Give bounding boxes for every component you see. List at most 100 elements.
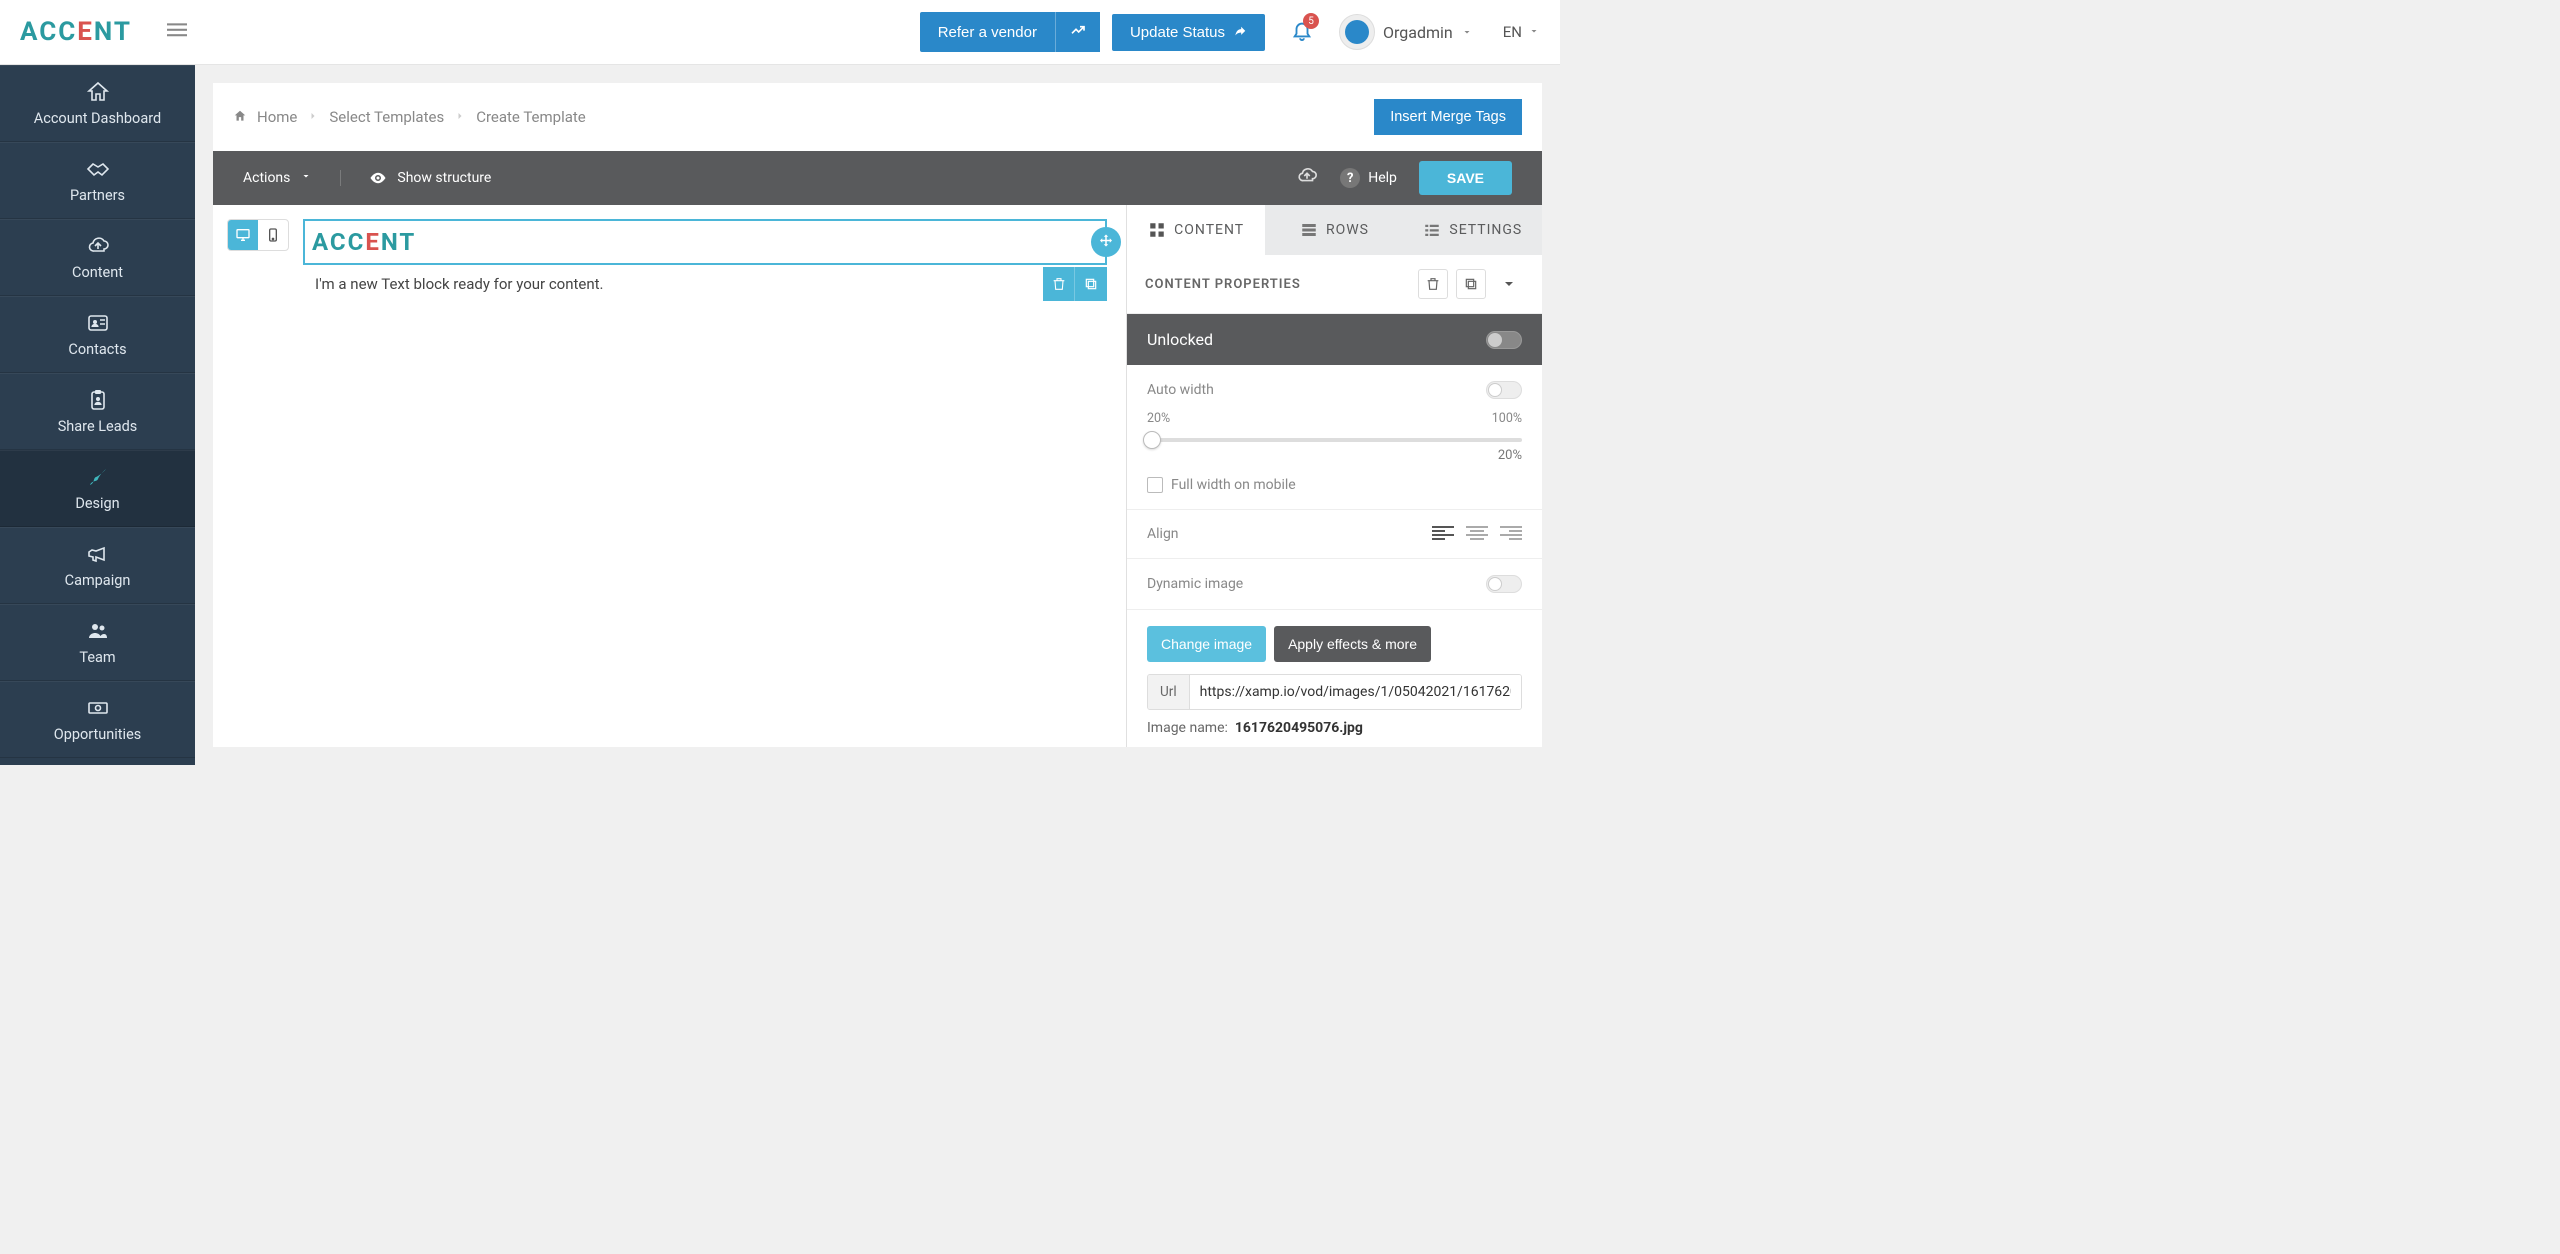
breadcrumb-select-templates[interactable]: Select Templates [329,108,444,126]
canvas-logo-image: ACCENT [310,223,1100,261]
breadcrumb-create-template[interactable]: Create Template [476,108,586,126]
breadcrumb: Home Select Templates Create Template [233,108,586,126]
sidebar-item-share-leads[interactable]: Share Leads [0,373,195,450]
sidebar-item-label: Share Leads [8,418,187,435]
language-selector[interactable]: EN [1503,23,1540,41]
delete-block-button[interactable] [1043,267,1075,301]
sidebar-item-opportunities[interactable]: Opportunities [0,681,195,758]
align-center-button[interactable] [1466,526,1488,542]
auto-width-toggle[interactable] [1486,381,1522,399]
duplicate-block-button[interactable] [1075,267,1107,301]
move-handle-icon[interactable] [1091,227,1121,257]
cloud-upload-icon [86,234,110,258]
avatar-icon [1339,14,1375,50]
tab-content[interactable]: CONTENT [1127,205,1265,255]
chevron-down-icon [1528,23,1540,41]
sidebar-item-label: Opportunities [8,726,187,743]
device-preview-toggle [227,219,289,251]
sidebar-item-partners[interactable]: Partners [0,142,195,219]
sidebar-item-campaign[interactable]: Campaign [0,527,195,604]
sidebar-item-dashboard[interactable]: Account Dashboard [0,65,195,142]
show-structure-toggle[interactable]: Show structure [341,169,491,187]
sidebar-item-content[interactable]: Content [0,219,195,296]
home-icon [233,108,247,126]
chevron-down-icon [1461,23,1473,42]
refer-vendor-group: Refer a vendor [920,12,1100,52]
duplicate-content-button[interactable] [1456,269,1486,299]
collapse-panel-button[interactable] [1494,269,1524,299]
slider-min-label: 20% [1147,411,1170,426]
content-panel: Home Select Templates Create Template In… [213,83,1542,747]
align-right-button[interactable] [1500,526,1522,542]
rows-icon [1300,221,1318,239]
align-left-button[interactable] [1432,526,1454,542]
tab-label: ROWS [1326,222,1369,238]
mobile-view-button[interactable] [258,220,288,250]
editor-toolbar: Actions Show structure ? Help SAVE [213,151,1542,205]
dynamic-image-label: Dynamic image [1147,576,1243,592]
lang-label: EN [1503,23,1522,41]
delete-content-button[interactable] [1418,269,1448,299]
list-icon [1423,221,1441,239]
user-menu[interactable]: Orgadmin [1339,14,1473,50]
show-structure-label: Show structure [397,170,491,186]
desktop-icon [235,227,251,243]
refer-vendor-button[interactable]: Refer a vendor [920,12,1055,52]
brush-icon [86,465,110,489]
canvas[interactable]: ACCENT [303,219,1107,303]
help-button[interactable]: ? Help [1340,168,1397,188]
change-image-button[interactable]: Change image [1147,626,1266,662]
update-status-label: Update Status [1130,24,1225,41]
cloud-sync-icon[interactable] [1296,165,1318,191]
sidebar-item-design[interactable]: Design [0,450,195,527]
sidebar-item-label: Design [8,495,187,512]
selected-image-block[interactable]: ACCENT [303,219,1107,265]
align-label: Align [1147,526,1179,542]
sidebar-item-team[interactable]: Team [0,604,195,681]
image-name-value: 1617620495076.jpg [1235,720,1363,736]
chevron-right-icon [454,108,466,126]
text-block[interactable]: I'm a new Text block ready for your cont… [303,265,1107,303]
refer-vendor-chart-icon[interactable] [1055,12,1100,52]
save-button[interactable]: SAVE [1419,161,1512,195]
apply-effects-button[interactable]: Apply effects & more [1274,626,1431,662]
url-addon-label: Url [1148,675,1190,709]
full-width-mobile-checkbox[interactable] [1147,477,1163,493]
logo-part: ACC [312,228,365,256]
block-actions [1043,267,1107,301]
update-status-button[interactable]: Update Status [1112,14,1265,51]
image-section: Change image Apply effects & more Url Im… [1127,610,1542,752]
header-right: Refer a vendor Update Status 5 Orgadmin … [920,12,1540,52]
chevron-down-icon [300,170,312,186]
image-name-row: Image name: 1617620495076.jpg [1147,720,1522,736]
user-name-label: Orgadmin [1383,23,1453,42]
logo-part: NT [381,228,416,256]
lock-toggle[interactable] [1486,331,1522,349]
team-icon [86,619,110,643]
notifications-button[interactable]: 5 [1291,19,1313,45]
actions-dropdown[interactable]: Actions [243,170,341,186]
breadcrumb-row: Home Select Templates Create Template In… [213,83,1542,151]
breadcrumb-home[interactable]: Home [257,108,297,126]
trash-icon [1425,276,1441,292]
dynamic-image-toggle[interactable] [1486,575,1522,593]
full-width-mobile-label[interactable]: Full width on mobile [1171,477,1296,493]
insert-merge-tags-button[interactable]: Insert Merge Tags [1374,99,1522,135]
slider-max-label: 100% [1492,411,1522,426]
eye-icon [369,169,387,187]
home-icon [86,80,110,104]
width-slider[interactable] [1147,438,1522,442]
image-name-label: Image name: [1147,720,1228,736]
grid-icon [1148,221,1166,239]
property-tabs: CONTENT ROWS SETTINGS [1127,205,1542,255]
tab-rows[interactable]: ROWS [1265,205,1403,255]
clipboard-user-icon [86,388,110,412]
menu-toggle-icon[interactable] [167,20,187,44]
image-url-input[interactable] [1190,675,1521,709]
logo-part-e: E [365,228,381,256]
tab-settings[interactable]: SETTINGS [1404,205,1542,255]
desktop-view-button[interactable] [228,220,258,250]
sidebar-item-contacts[interactable]: Contacts [0,296,195,373]
money-icon [86,696,110,720]
width-section: Auto width 20% 100% 20% [1127,365,1542,510]
